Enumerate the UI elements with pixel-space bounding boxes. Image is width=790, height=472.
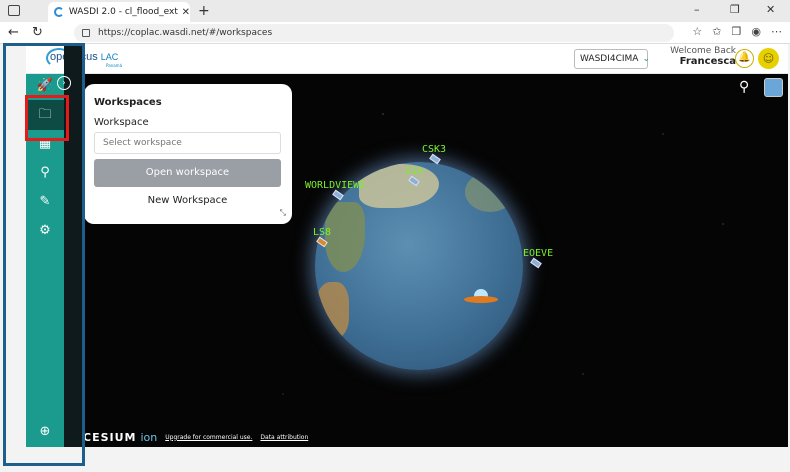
new-tab-button[interactable]: + — [198, 3, 210, 19]
workspace-selector-value: WASDI4CIMA — [580, 54, 639, 64]
close-window-button[interactable]: ✕ — [766, 3, 775, 16]
user-name: Francesca — [679, 56, 736, 67]
workspace-label: Workspace — [94, 117, 149, 128]
minimize-button[interactable]: – — [694, 3, 700, 16]
ufo-disk — [464, 296, 498, 303]
logo-subtitle: Panamá — [106, 63, 123, 68]
cesium-credits: CESIUM ion Upgrade for commercial use. D… — [83, 430, 308, 444]
address-bar-icons: ☆ ✩ ❐ ◉ ⋯ — [692, 25, 782, 38]
notification-bell-icon[interactable]: 🔔 — [735, 49, 754, 68]
wasdi-favicon-icon — [54, 7, 64, 17]
map-search-icon[interactable]: ⚲ — [739, 79, 757, 97]
satellite-label-eoeve: EOEVE — [523, 248, 554, 259]
cesium-brand: CESIUM — [83, 430, 137, 444]
browser-tab[interactable]: WASDI 2.0 - cl_flood_extent_2025 ✕ — [48, 2, 190, 22]
lock-icon — [82, 29, 90, 37]
browser-titlebar: WASDI 2.0 - cl_flood_extent_2025 ✕ + – ❐… — [0, 0, 790, 22]
back-arrow-icon[interactable]: ← — [8, 25, 19, 40]
land-north-america — [465, 172, 515, 212]
resize-icon[interactable]: ⤡ — [280, 208, 286, 218]
data-attribution-link[interactable]: Data attribution — [260, 434, 308, 441]
earth-globe[interactable] — [315, 162, 523, 370]
maximize-button[interactable]: ❐ — [730, 3, 740, 16]
welcome-message: Welcome Back Francesca — [656, 46, 736, 67]
user-avatar[interactable]: ☺ — [758, 48, 779, 69]
workspace-select-input[interactable] — [94, 132, 281, 154]
annotation-highlight-workspaces — [25, 95, 69, 141]
url-field[interactable]: https://coplac.wasdi.net/#/workspaces — [74, 24, 674, 42]
satellite-label-ls8: LS8 — [313, 227, 332, 238]
welcome-line: Welcome Back — [670, 46, 736, 56]
tab-title: WASDI 2.0 - cl_flood_extent_2025 — [68, 7, 178, 17]
satellite-label-s1a: S1A — [405, 166, 424, 177]
satellite-label-csk3: CSK3 — [422, 144, 447, 155]
base-layer-picker-icon[interactable] — [764, 78, 783, 97]
workspaces-panel: Workspaces Workspace Open workspace New … — [84, 84, 292, 224]
favorite-star-icon[interactable]: ☆ — [692, 25, 702, 38]
app-header: opernicus LAC Panamá WASDI4CIMA ⌄ Welcom… — [26, 44, 788, 74]
collections-icon[interactable]: ❐ — [732, 25, 742, 38]
chevron-down-icon: ⌄ — [642, 54, 650, 64]
tab-close-icon[interactable]: ✕ — [182, 7, 190, 18]
open-workspace-button[interactable]: Open workspace — [94, 159, 281, 187]
profile-icon[interactable]: ◉ — [751, 25, 761, 38]
workspace-selector[interactable]: WASDI4CIMA ⌄ — [574, 49, 650, 69]
panel-title: Workspaces — [94, 97, 162, 108]
new-workspace-button[interactable]: New Workspace — [94, 195, 281, 206]
land-asia — [359, 164, 439, 208]
ufo-icon — [464, 289, 498, 305]
more-menu-icon[interactable]: ⋯ — [771, 25, 782, 38]
url-text: https://coplac.wasdi.net/#/workspaces — [98, 28, 273, 38]
upgrade-link[interactable]: Upgrade for commercial use. — [165, 434, 252, 441]
cesium-ion: ion — [140, 430, 158, 444]
land-australia — [315, 282, 349, 338]
refresh-icon[interactable]: ↻ — [32, 25, 43, 40]
favorites-icon[interactable]: ✩ — [712, 25, 721, 38]
address-bar: ← ↻ https://coplac.wasdi.net/#/workspace… — [0, 22, 790, 44]
window-icon[interactable] — [8, 5, 20, 16]
